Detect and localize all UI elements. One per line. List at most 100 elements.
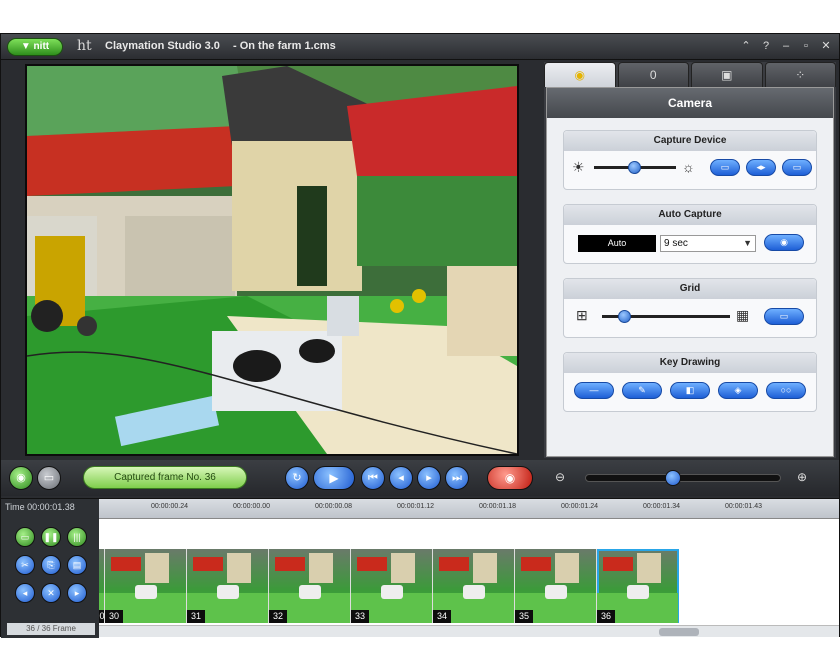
- tool-move-left-button[interactable]: ◂: [15, 583, 35, 603]
- capture-frame-button[interactable]: ◉: [487, 466, 533, 490]
- timeline-scrollbar[interactable]: [99, 625, 839, 637]
- auto-capture-interval-value: 9 sec: [664, 238, 688, 249]
- draw-fill-button[interactable]: ◈: [718, 382, 758, 399]
- auto-capture-title: Auto Capture: [564, 205, 816, 225]
- frame-thumbnail-selected[interactable]: 36: [597, 549, 679, 623]
- zoom-out-icon[interactable]: ⊖: [555, 470, 565, 484]
- tab-tools[interactable]: ⁘: [764, 62, 836, 87]
- pin-icon[interactable]: ⌃: [739, 39, 753, 53]
- frame-number: 36: [597, 610, 615, 623]
- timeline: 00:00:00.24 00:00:00.00 00:00:00.08 00:0…: [99, 498, 839, 638]
- close-icon[interactable]: ✕: [819, 39, 833, 53]
- play-button[interactable]: ▶: [313, 466, 355, 490]
- zoom-slider-knob[interactable]: [665, 470, 681, 486]
- zoom-slider[interactable]: [585, 474, 781, 482]
- tool-move-right-button[interactable]: ▸: [67, 583, 87, 603]
- camera-preview: [25, 64, 519, 456]
- device-settings-button[interactable]: ▭: [710, 159, 740, 176]
- draw-line-button[interactable]: —: [574, 382, 614, 399]
- tool-add-button[interactable]: ▭: [15, 527, 35, 547]
- draw-clear-button[interactable]: ○○: [766, 382, 806, 399]
- tool-paste-button[interactable]: ▤: [67, 555, 87, 575]
- grid-density-slider-knob[interactable]: [618, 310, 631, 323]
- camera-icon: ◉: [574, 68, 585, 82]
- chevron-down-icon: ▼: [743, 238, 752, 248]
- status-display: Captured frame No. 36: [83, 466, 247, 489]
- main-menu-button[interactable]: ▼ nitt: [7, 38, 63, 56]
- camera-preview-image: [27, 66, 517, 454]
- frame-thumbnail[interactable]: 30: [105, 549, 187, 623]
- window-controls: ⌃ ? – ▫ ✕: [739, 39, 833, 53]
- tab-frame-label: 0: [649, 68, 657, 82]
- tool-cut-button[interactable]: ✂: [15, 555, 35, 575]
- key-drawing-group: Key Drawing — ✎ ◧ ◈ ○○: [563, 352, 817, 412]
- grid-toggle-button[interactable]: ▭: [764, 308, 804, 325]
- ruler-tick: 00:00:01.18: [479, 503, 516, 510]
- panel-tabs: ◉ 0 ▣ ⁘: [544, 62, 836, 87]
- grid-coarse-icon: ⊞: [576, 307, 588, 323]
- tab-film[interactable]: ▣: [691, 62, 763, 87]
- prev-frame-button[interactable]: ◂: [389, 466, 413, 490]
- film-icon: ▣: [721, 68, 733, 82]
- brightness-low-icon: ☀: [572, 159, 585, 175]
- frame-number: 34: [433, 610, 451, 623]
- device-format-button[interactable]: ▭: [782, 159, 812, 176]
- camera-mode-button[interactable]: ◉: [9, 466, 33, 490]
- frame-thumbnail[interactable]: 32: [269, 549, 351, 623]
- tab-frame[interactable]: 0: [617, 62, 689, 87]
- draw-pen-button[interactable]: ✎: [622, 382, 662, 399]
- timeline-scroll-thumb[interactable]: [659, 628, 699, 636]
- grid-title: Grid: [564, 279, 816, 299]
- frame-thumbnail[interactable]: 35: [515, 549, 597, 623]
- tool-strip-button[interactable]: |||: [67, 527, 87, 547]
- capture-device-group: Capture Device ☀ ☼ ▭ ◂▸ ▭: [563, 130, 817, 190]
- brightness-slider-knob[interactable]: [628, 161, 641, 174]
- ruler-tick: 00:00:01.43: [725, 503, 762, 510]
- ruler-tick: 00:00:00.08: [315, 503, 352, 510]
- frame-thumbnail[interactable]: 34: [433, 549, 515, 623]
- ruler-tick: 00:00:01.34: [643, 503, 680, 510]
- auto-capture-mode[interactable]: Auto: [578, 235, 656, 252]
- frame-number: 35: [515, 610, 533, 623]
- minimize-icon[interactable]: –: [779, 39, 793, 53]
- next-frame-button[interactable]: ▸: [417, 466, 441, 490]
- tool-copy-button[interactable]: ⎘: [41, 555, 61, 575]
- tool-pause-button[interactable]: ❚❚: [41, 527, 61, 547]
- app-logo: ht: [77, 38, 92, 54]
- frame-number: 33: [351, 610, 369, 623]
- time-ruler[interactable]: 00:00:00.24 00:00:00.00 00:00:00.08 00:0…: [99, 499, 839, 519]
- ruler-tick: 00:00:01.24: [561, 503, 598, 510]
- frame-thumbnail[interactable]: 31: [187, 549, 269, 623]
- panel-body: Camera Capture Device ☀ ☼ ▭ ◂▸ ▭ Auto Ca…: [546, 87, 834, 457]
- auto-capture-interval-select[interactable]: 9 sec ▼: [660, 235, 756, 252]
- loop-button[interactable]: ↻: [285, 466, 309, 490]
- project-name: - On the farm 1.cms: [233, 40, 336, 52]
- settings-panel: ◉ 0 ▣ ⁘ Camera Capture Device ☀ ☼ ▭ ◂▸ ▭…: [544, 62, 836, 458]
- first-frame-button[interactable]: ⏮: [361, 466, 385, 490]
- zoom-in-icon[interactable]: ⊕: [797, 470, 807, 484]
- frame-number: 30: [105, 610, 123, 623]
- ruler-tick: 00:00:00.24: [151, 503, 188, 510]
- app-window: ▼ nitt ht Claymation Studio 3.0 - On the…: [0, 33, 840, 638]
- title-bar: ▼ nitt ht Claymation Studio 3.0 - On the…: [1, 34, 839, 60]
- frame-number: 32: [269, 610, 287, 623]
- device-source-button[interactable]: ◂▸: [746, 159, 776, 176]
- last-frame-button[interactable]: ⏭: [445, 466, 469, 490]
- brightness-high-icon: ☼: [682, 159, 695, 175]
- frame-thumbnail[interactable]: 33: [351, 549, 433, 623]
- frame-strip: 0 30 31 32 33 34 35 36: [99, 549, 749, 623]
- frame-count: 36 / 36 Frame: [7, 623, 95, 635]
- time-readout: Time 00:00:01.38: [5, 502, 75, 512]
- help-icon[interactable]: ?: [759, 39, 773, 53]
- capture-device-title: Capture Device: [564, 131, 816, 151]
- draw-shape-button[interactable]: ◧: [670, 382, 710, 399]
- maximize-icon[interactable]: ▫: [799, 39, 813, 53]
- tools-icon: ⁘: [795, 68, 806, 82]
- auto-capture-start-button[interactable]: ◉: [764, 234, 804, 251]
- panel-header: Camera: [547, 88, 833, 118]
- tool-delete-button[interactable]: ✕: [41, 583, 61, 603]
- ruler-tick: 00:00:00.00: [233, 503, 270, 510]
- tab-camera[interactable]: ◉: [544, 62, 616, 87]
- capture-mode-button[interactable]: ▭: [37, 466, 61, 490]
- grid-fine-icon: ▦: [736, 307, 750, 323]
